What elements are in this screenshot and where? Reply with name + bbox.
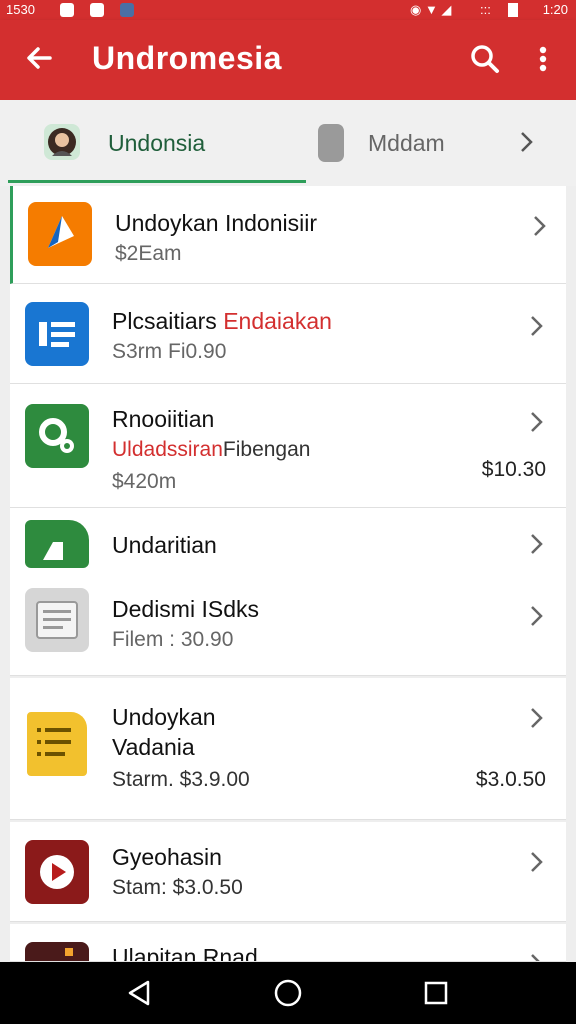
list-card: Undaritian Dedismi ISdks Filem : 30.90: [10, 508, 566, 676]
status-text: :::: [480, 2, 491, 17]
tab-label: Mddam: [368, 130, 445, 156]
list-item[interactable]: Plcsaitiars Endaiakan S3rm Fi0.90: [10, 284, 566, 384]
item-title: Undoykan Indonisiir: [115, 210, 318, 236]
item-price: $10.30: [481, 458, 546, 481]
item-title: Dedismi ISdks: [112, 596, 259, 622]
item-title: Plcsaitiars Endaiakan: [112, 308, 332, 335]
item-subtitle: UldadssiranFibengan: [112, 438, 310, 462]
status-time: 1530: [6, 2, 35, 17]
tab-mddam[interactable]: Mddam: [306, 100, 576, 184]
notes-app-icon: [27, 712, 87, 776]
item-price: $3.0.50: [475, 768, 546, 791]
sheets-app-icon: [25, 520, 89, 568]
back-triangle-icon[interactable]: [122, 976, 156, 1010]
list-item[interactable]: Rnooiitian UldadssiranFibengan $420m $10…: [10, 384, 566, 508]
list-card: Undoykan Vadania Starm. $3.9.00 $3.0.50: [10, 678, 566, 820]
item-title: Ulapitan Rnad: [112, 944, 258, 962]
chevron-right-icon: [528, 850, 544, 874]
notification-icon: [60, 3, 74, 17]
search-icon[interactable]: [466, 40, 504, 78]
active-tab-indicator: [8, 180, 306, 183]
battery-icon: [508, 3, 518, 17]
notification-icon: [120, 3, 134, 17]
more-vert-icon[interactable]: [528, 40, 558, 78]
item-subtitle: Stam: $3.0.50: [112, 876, 243, 899]
list-item[interactable]: Undoykan Indonisiir $2Eam: [13, 186, 569, 284]
status-bar: 1530 ◉ ▼ ◢ ::: 1:20: [0, 0, 576, 20]
chevron-right-icon: [531, 214, 547, 238]
chevron-right-icon: [528, 952, 544, 961]
item-title-line2: Vadania: [112, 734, 195, 760]
phone-icon: [318, 124, 344, 162]
avatar: [44, 124, 80, 160]
list-card: Gyeohasin Stam: $3.0.50: [10, 822, 566, 922]
chevron-right-icon: [528, 706, 544, 730]
list-card: Plcsaitiars Endaiakan S3rm Fi0.90: [10, 284, 566, 384]
tab-label: Undonsia: [108, 130, 206, 156]
notification-icon: [90, 3, 104, 17]
status-clock: 1:20: [542, 2, 568, 17]
magnifier-app-icon: [25, 404, 89, 468]
list-item[interactable]: Gyeohasin Stam: $3.0.50: [10, 822, 566, 922]
recents-square-icon[interactable]: [419, 976, 453, 1010]
item-subtitle-2: $420m: [112, 470, 177, 493]
list-card: Rnooiitian UldadssiranFibengan $420m $10…: [10, 384, 566, 508]
home-circle-icon[interactable]: [271, 976, 305, 1010]
item-title-text: Plcsaitiars: [112, 308, 217, 334]
subtitle-text: Fibengan: [222, 438, 311, 461]
app-bar: Undromesia: [0, 20, 576, 100]
film-app-icon: [25, 942, 89, 961]
chevron-right-icon[interactable]: [518, 130, 534, 154]
play-app-icon: [25, 840, 89, 904]
list-item[interactable]: Undaritian: [10, 508, 566, 578]
item-subtitle: Filem : 30.90: [112, 628, 234, 651]
list-item[interactable]: Undoykan Vadania Starm. $3.9.00 $3.0.50: [10, 678, 566, 820]
chevron-right-icon: [528, 604, 544, 628]
system-nav-bar: [0, 962, 576, 1024]
item-title: Undaritian: [112, 532, 217, 558]
status-signal-icons: ◉ ▼ ◢: [410, 2, 452, 17]
chevron-right-icon: [528, 532, 544, 556]
item-subtitle: S3rm Fi0.90: [112, 340, 227, 363]
back-arrow-icon[interactable]: [20, 38, 60, 78]
item-title: Undoykan: [112, 704, 216, 730]
chevron-right-icon: [528, 314, 544, 338]
item-subtitle: $2Eam: [115, 242, 182, 265]
app-title: Undromesia: [92, 40, 282, 76]
item-title: Rnooiitian: [112, 406, 215, 432]
chevron-right-icon: [528, 410, 544, 434]
list-card: Ulapitan Rnad: [10, 924, 566, 962]
document-app-icon: [25, 588, 89, 652]
tab-undonsia[interactable]: Undonsia: [0, 100, 306, 184]
triangle-app-icon: [28, 202, 92, 266]
item-title: Gyeohasin: [112, 844, 222, 870]
tab-bar: Undonsia Mddam: [0, 100, 576, 186]
subtitle-highlight: Uldadssiran: [112, 438, 223, 461]
list-item[interactable]: Dedismi ISdks Filem : 30.90: [10, 578, 566, 676]
list-card: Undoykan Indonisiir $2Eam: [10, 186, 566, 284]
item-subtitle: Starm. $3.9.00: [112, 768, 250, 791]
list-item[interactable]: Ulapitan Rnad: [10, 924, 566, 962]
item-title-highlight: Endaiakan: [223, 308, 332, 334]
list-app-icon: [25, 302, 89, 366]
